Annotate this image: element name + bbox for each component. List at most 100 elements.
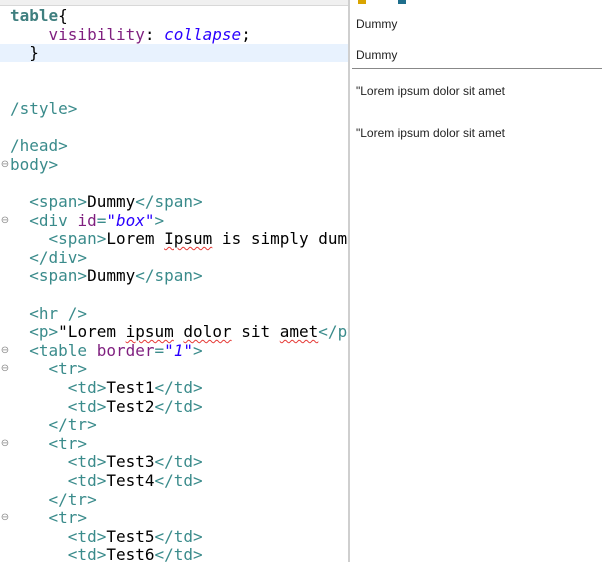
code-token: "Lorem (58, 322, 126, 341)
code-editor[interactable]: table{ visibility: collapse; } /style> /he… (0, 0, 348, 562)
code-text: <p>"Lorem ipsum dolor sit amet</p> (10, 322, 348, 341)
preview-toolbar (350, 0, 602, 6)
code-token: sit (231, 322, 280, 341)
code-token: body> (10, 155, 59, 174)
code-text: visibility: collapse; (10, 25, 251, 44)
code-token: <td> (67, 471, 107, 490)
code-text: <tr> (10, 434, 88, 453)
code-token: Lorem (106, 229, 165, 248)
preview-horizontal-rule (352, 68, 602, 69)
code-text: <tr> (10, 508, 88, 527)
fold-toggle-icon[interactable]: ⊖ (0, 155, 10, 174)
code-token: Dummy (87, 192, 136, 211)
code-token: <tr> (48, 434, 88, 453)
fold-toggle-icon[interactable]: ⊖ (0, 434, 10, 453)
fold-toggle-icon[interactable]: ⊖ (0, 211, 10, 230)
code-token: <table (29, 341, 97, 360)
code-text: <td>Test4</td> (10, 471, 203, 490)
code-token: </td> (154, 452, 203, 471)
code-token: = (154, 341, 165, 360)
code-text: <hr /> (10, 304, 87, 323)
code-token: > (193, 341, 203, 360)
code-token: } (10, 43, 39, 62)
code-token: Test2 (106, 397, 155, 416)
preview-paragraph: "Lorem ipsum dolor sit amet (356, 84, 505, 98)
code-token: <td> (67, 397, 107, 416)
code-text: <td>Test5</td> (10, 527, 203, 546)
code-text: /head> (10, 136, 68, 155)
fold-toggle-icon[interactable]: ⊖ (0, 508, 10, 527)
code-token: /head> (10, 136, 68, 155)
code-token: <p> (29, 322, 59, 341)
code-token: <span> (48, 229, 107, 248)
code-token: Test6 (106, 545, 155, 562)
code-text: </div> (10, 248, 87, 267)
fold-toggle-icon[interactable]: ⊖ (0, 359, 10, 378)
code-text: <table border="1"> (10, 341, 203, 360)
fold-toggle-icon[interactable]: ⊖ (0, 341, 10, 360)
folder-icon[interactable] (358, 0, 366, 4)
browser-preview-pane: Dummy Dummy "Lorem ipsum dolor sit amet … (350, 0, 602, 562)
code-token: table (10, 6, 59, 25)
code-token: Dummy (87, 266, 136, 285)
code-token: { (58, 6, 68, 25)
code-token: dolor (183, 322, 232, 341)
code-token: </td> (154, 471, 203, 490)
code-text: } (10, 43, 39, 62)
code-token: </tr> (48, 415, 97, 434)
code-token: Test5 (106, 527, 155, 546)
code-text: <td>Test2</td> (10, 397, 203, 416)
code-token: > (154, 211, 165, 230)
code-token: </div> (29, 248, 88, 267)
code-text: table{ (10, 6, 68, 25)
code-token: </td> (154, 527, 203, 546)
refresh-icon[interactable] (398, 0, 406, 4)
code-token: ipsum (125, 322, 174, 341)
code-token: <div (29, 211, 78, 230)
code-token: <hr /> (29, 304, 88, 323)
code-token: /style> (10, 99, 78, 118)
code-token: ; (241, 25, 251, 44)
code-token: collapse (164, 25, 242, 44)
code-text: <td>Test3</td> (10, 452, 203, 471)
code-token: </tr> (48, 490, 97, 509)
code-token: : (144, 25, 165, 44)
code-text: <td>Test6</td> (10, 545, 203, 562)
code-text: <span>Lorem Ipsum is simply dummy t (10, 229, 348, 248)
code-token: Test4 (106, 471, 155, 490)
code-token: <td> (67, 452, 107, 471)
code-text: body> (10, 155, 58, 174)
code-token: <tr> (48, 508, 88, 527)
code-token: <td> (67, 527, 107, 546)
code-token: <span> (29, 192, 88, 211)
code-token: amet (279, 322, 319, 341)
code-token: </span> (135, 266, 203, 285)
code-token: border (96, 341, 155, 360)
preview-span-dummy-1: Dummy (356, 17, 398, 31)
code-token: Test1 (106, 378, 155, 397)
code-token: </td> (154, 397, 203, 416)
code-token: <tr> (48, 359, 88, 378)
code-token: "1" (164, 341, 194, 360)
code-text: <tr> (10, 359, 88, 378)
code-token: </td> (154, 378, 203, 397)
preview-span-dummy-2: Dummy (356, 48, 398, 62)
code-token: </td> (154, 545, 203, 562)
code-text: <td>Test1</td> (10, 378, 203, 397)
